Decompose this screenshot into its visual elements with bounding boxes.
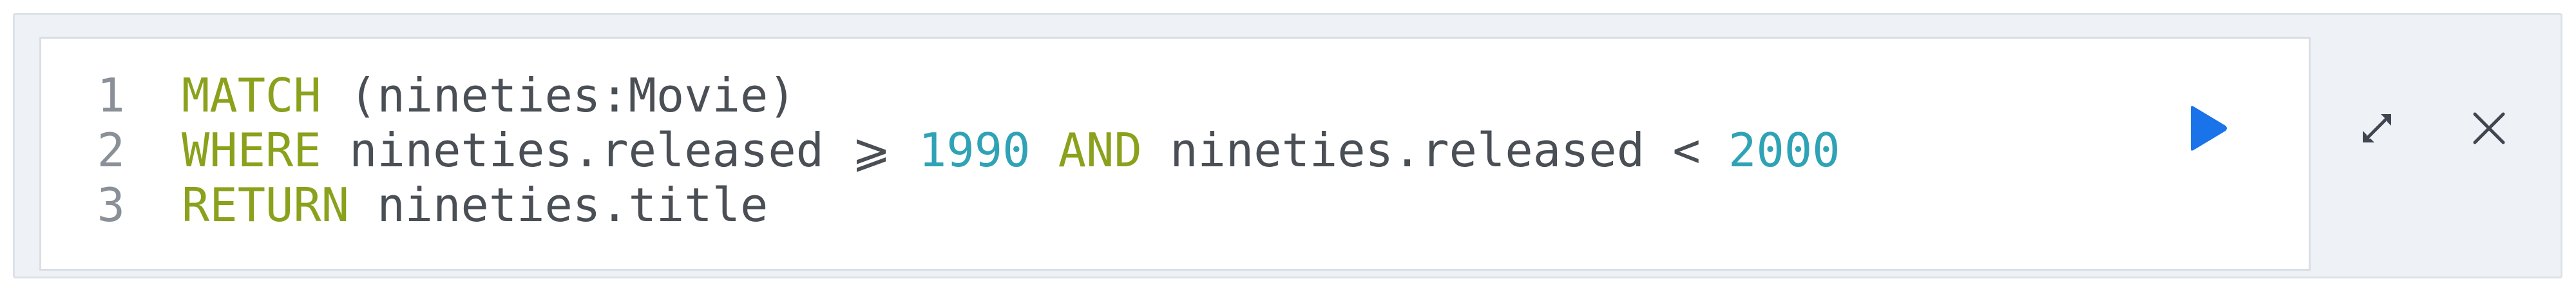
operator-token: ⩾ (852, 123, 891, 177)
run-button[interactable] (2168, 90, 2246, 167)
close-button[interactable] (2450, 90, 2528, 167)
keyword-token: WHERE (182, 123, 321, 177)
number-token: 1990 (919, 123, 1031, 177)
code-line-3[interactable]: 3 RETURN nineties.title (41, 173, 768, 237)
code-token: nineties.released < (1141, 123, 1729, 177)
close-icon (2473, 112, 2505, 144)
number-token: 2000 (1728, 123, 1840, 177)
line-number: 3 (97, 178, 125, 232)
line-number: 1 (97, 68, 125, 122)
expand-button[interactable] (2338, 90, 2416, 167)
editor-actions (2191, 37, 2576, 271)
keyword-token: RETURN (182, 178, 350, 232)
expand-icon (2363, 114, 2391, 142)
query-editor-panel: 1 MATCH (nineties:Movie) 2 WHERE nineties.… (13, 13, 2562, 278)
code-token: nineties.released (321, 123, 852, 177)
keyword-token: AND (1058, 123, 1142, 177)
code-token: nineties.title (349, 178, 768, 232)
keyword-token: MATCH (182, 68, 321, 122)
code-token: (nineties:Movie) (321, 68, 796, 122)
line-number: 2 (97, 123, 125, 177)
code-editor[interactable]: 1 MATCH (nineties:Movie) 2 WHERE nineties.… (39, 37, 2311, 271)
play-icon (2191, 106, 2227, 151)
